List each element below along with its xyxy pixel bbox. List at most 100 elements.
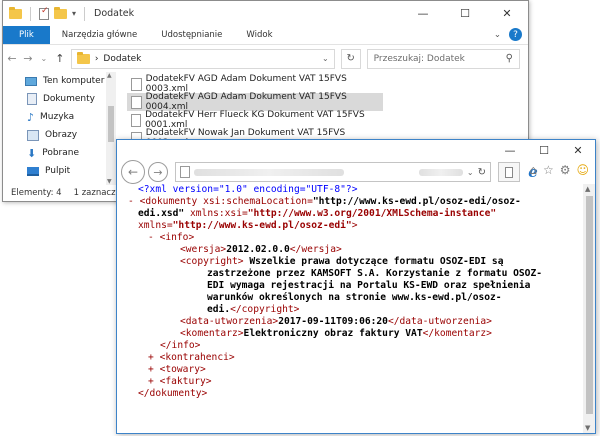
xml-line: edi.xsd" xmlns:xsi="http://www.w3.org/20…: [138, 208, 497, 219]
customize-toolbar-icon[interactable]: ▾: [72, 9, 76, 18]
scroll-down-icon[interactable]: ▼: [585, 424, 590, 432]
xml-line: </info>: [160, 340, 201, 351]
maximize-button[interactable]: ☐: [444, 1, 486, 26]
folder-icon: [76, 51, 90, 64]
file-item[interactable]: DodatekFV AGD Adam Dokument VAT 15FVS 00…: [127, 74, 383, 94]
url-bar[interactable]: ⌄ ↻: [175, 162, 491, 182]
home-icon[interactable]: ⌂: [529, 163, 537, 177]
selected-count: 1 zaznaczo: [73, 188, 121, 198]
sidebar-item-label: Muzyka: [40, 112, 75, 122]
xml-declaration: <?xml version="1.0" encoding="UTF-8"?>: [138, 184, 358, 195]
file-list: DodatekFV AGD Adam Dokument VAT 15FVS 00…: [127, 74, 528, 148]
sidebar-item-pobrane[interactable]: ⬇ Pobrane: [3, 144, 107, 162]
expand-toggle[interactable]: +: [148, 376, 154, 387]
scroll-up-icon[interactable]: ▲: [107, 72, 112, 79]
xml-file-icon: [131, 113, 142, 127]
toolbar-separator: [30, 6, 31, 21]
file-item-selected[interactable]: DodatekFV AGD Adam Dokument VAT 15FVS 00…: [127, 92, 383, 112]
tab-widok[interactable]: Widok: [234, 26, 284, 44]
address-path[interactable]: Dodatek: [103, 54, 141, 64]
browser-toolbar: ← → ⌄ ↻ e ⌂ ☆ ⚙ ☺: [117, 160, 595, 184]
refresh-button[interactable]: ↻: [340, 48, 361, 69]
scrollbar-thumb[interactable]: [586, 196, 593, 414]
collapse-toggle[interactable]: -: [128, 196, 134, 207]
scroll-up-icon[interactable]: ▲: [585, 185, 590, 193]
explorer-title-bar: ▾ Dodatek — ☐ ✕: [3, 1, 528, 26]
expand-toggle[interactable]: +: [148, 352, 154, 363]
pictures-icon: [27, 129, 39, 141]
file-name: DodatekFV AGD Adam Dokument VAT 15FVS 00…: [145, 74, 347, 94]
tab-plik[interactable]: Plik: [3, 26, 50, 44]
xml-line: - <dokumenty xsi:schemaLocation="http://…: [128, 196, 521, 207]
search-input[interactable]: Przeszukaj: Dodatek ⚲: [366, 48, 520, 69]
sidebar-item-obrazy[interactable]: Obrazy: [3, 126, 107, 144]
address-row: ← → ⌄ ↑ › Dodatek ⌄ ↻ Przeszukaj: Dodate…: [3, 44, 528, 72]
xml-line: xmlns="http://www.ks-ewd.pl/osoz-edi">: [138, 220, 358, 231]
sidebar-item-pulpit[interactable]: Pulpit: [3, 162, 107, 180]
refresh-icon[interactable]: ↻: [478, 167, 490, 178]
browser-scrollbar[interactable]: ▲ ▼: [583, 184, 595, 433]
recent-locations-button[interactable]: ⌄: [39, 54, 49, 63]
search-icon[interactable]: ⚲: [506, 53, 513, 64]
xml-file-icon: [131, 95, 142, 109]
close-button[interactable]: ✕: [561, 140, 595, 160]
up-button[interactable]: ↑: [55, 52, 65, 65]
ribbon-tabs: Plik Narzędzia główne Udostępnianie Wido…: [3, 26, 528, 44]
xml-line: + <kontrahenci>: [148, 352, 235, 363]
music-icon: ♪: [27, 110, 35, 124]
sidebar-item-dokumenty[interactable]: Dokumenty: [3, 90, 107, 108]
tab-udostepnianie[interactable]: Udostępnianie: [149, 26, 234, 44]
help-icon[interactable]: ?: [509, 28, 522, 41]
search-dropdown-icon[interactable]: ⌄: [467, 168, 474, 177]
navigation-pane: Ten komputer Dokumenty ♪ Muzyka Obrazy ⬇…: [3, 72, 107, 185]
feedback-icon[interactable]: ☺: [576, 163, 589, 177]
sidebar-item-label: Pulpit: [45, 166, 71, 176]
address-separator: ›: [94, 53, 99, 64]
page-icon: [180, 166, 190, 178]
minimize-button[interactable]: —: [493, 140, 527, 160]
forward-button[interactable]: →: [23, 52, 33, 65]
tab-current[interactable]: [498, 162, 520, 182]
expand-ribbon-icon[interactable]: ⌄: [488, 26, 507, 44]
quick-access-toolbar: ▾: [9, 6, 88, 21]
expand-toggle[interactable]: +: [148, 364, 154, 375]
tab-narzedzia-glowne[interactable]: Narzędzia główne: [50, 26, 149, 44]
properties-icon[interactable]: [39, 6, 49, 20]
xml-file-icon: [131, 77, 142, 91]
navigation-scrollbar[interactable]: ▲ ▼: [106, 72, 116, 185]
back-button[interactable]: ←: [121, 160, 145, 184]
scrollbar-thumb[interactable]: [108, 106, 114, 142]
sidebar-item-ten-komputer[interactable]: Ten komputer: [3, 72, 107, 90]
xml-line: edi.</copyright>: [207, 304, 300, 315]
documents-icon: [27, 93, 37, 105]
window-controls: — ☐ ✕: [493, 140, 595, 160]
address-bar[interactable]: › Dodatek ⌄: [70, 48, 335, 69]
sidebar-item-label: Ten komputer: [43, 76, 105, 86]
xml-line: <komentarz>Elektroniczny obraz faktury V…: [180, 328, 492, 339]
settings-icon[interactable]: ⚙: [560, 163, 571, 177]
xml-line: <data-utworzenia>2017-09-11T09:06:20</da…: [180, 316, 492, 327]
maximize-button[interactable]: ☐: [527, 140, 561, 160]
close-button[interactable]: ✕: [486, 1, 528, 26]
sidebar-item-label: Dokumenty: [43, 94, 95, 104]
sidebar-item-muzyka[interactable]: ♪ Muzyka: [3, 108, 107, 126]
file-name: DodatekFV AGD Adam Dokument VAT 15FVS 00…: [145, 92, 347, 112]
sidebar-item-label: Obrazy: [45, 130, 78, 140]
collapse-toggle[interactable]: -: [148, 232, 154, 243]
file-name: DodatekFV Herr Flueck KG Dokument VAT 15…: [145, 110, 365, 130]
file-item[interactable]: DodatekFV Herr Flueck KG Dokument VAT 15…: [127, 110, 383, 130]
blurred-url: [194, 168, 344, 176]
xml-line: zastrzeżone przez KAMSOFT S.A. Korzystan…: [207, 268, 543, 279]
toolbar-separator: [84, 6, 86, 21]
address-dropdown-icon[interactable]: ⌄: [322, 54, 329, 63]
favorites-icon[interactable]: ☆: [543, 163, 554, 177]
xml-line: + <faktury>: [148, 376, 212, 387]
browser-title-bar: — ☐ ✕: [117, 140, 595, 160]
back-button[interactable]: ←: [7, 52, 17, 65]
downloads-icon: ⬇: [27, 146, 37, 160]
scroll-down-icon[interactable]: ▼: [107, 178, 112, 185]
new-folder-icon[interactable]: [54, 6, 67, 19]
folder-icon: [9, 6, 22, 19]
minimize-button[interactable]: —: [402, 1, 444, 26]
forward-button[interactable]: →: [148, 162, 168, 182]
